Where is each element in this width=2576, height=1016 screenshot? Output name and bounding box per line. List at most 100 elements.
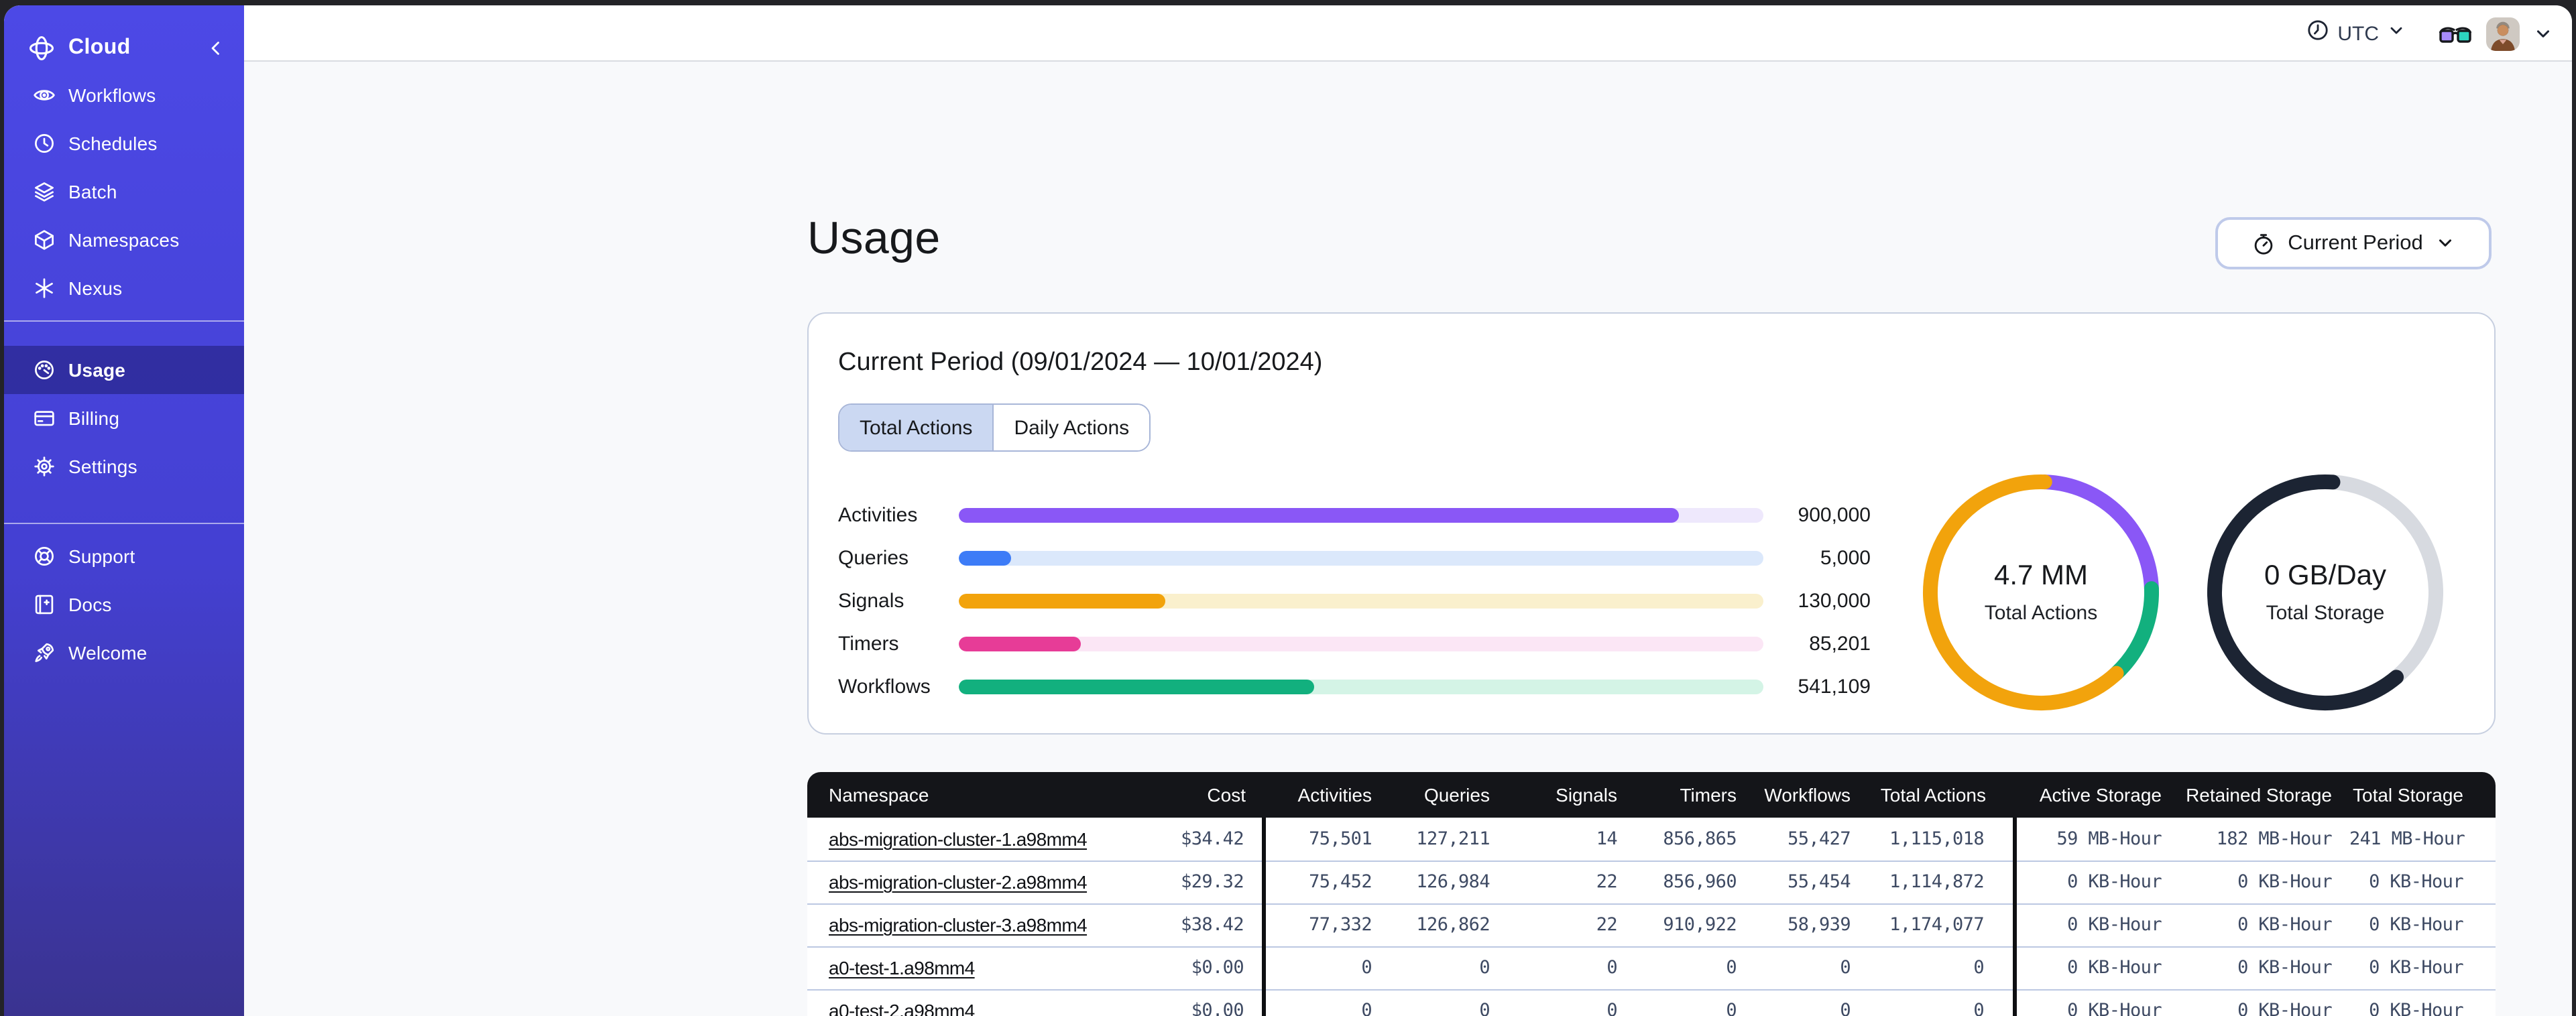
namespace-link[interactable]: abs-migration-cluster-1.a98mm4 — [829, 828, 1088, 850]
sidebar-item-schedules[interactable]: Schedules — [4, 119, 244, 168]
sidebar-item-nexus[interactable]: Nexus — [4, 264, 244, 312]
tab-daily-actions[interactable]: Daily Actions — [994, 405, 1150, 450]
bar-track — [959, 550, 1763, 565]
col-signals: Signals — [1507, 772, 1635, 818]
bar-fill — [959, 507, 1679, 522]
bar-value: 85,201 — [1809, 632, 1871, 655]
bar-chart-row: Workflows 541,109 — [838, 665, 1897, 708]
table-row: a0-test-1.a98mm4 $0.00 0 0 0 0 0 0 0 KB-… — [807, 946, 2496, 989]
sidebar-item-settings[interactable]: Settings — [4, 442, 244, 491]
sidebar-item-workflows[interactable]: Workflows — [4, 71, 244, 119]
sidebar-item-support[interactable]: Support — [4, 532, 244, 580]
usage-summary-card: Current Period (09/01/2024 — 10/01/2024)… — [807, 312, 2496, 735]
sidebar-item-label: Welcome — [68, 642, 148, 663]
sidebar-item-label: Batch — [68, 181, 117, 202]
table-header-row: Namespace Cost Activities Queries Signal… — [807, 772, 2496, 818]
actions-view-toggle: Total Actions Daily Actions — [838, 403, 1151, 452]
namespace-link[interactable]: abs-migration-cluster-2.a98mm4 — [829, 871, 1088, 893]
timezone-dropdown[interactable]: UTC — [2306, 19, 2406, 48]
sidebar-item-label: Schedules — [68, 133, 158, 154]
table-row: abs-migration-cluster-1.a98mm4 $34.42 75… — [807, 818, 2496, 861]
namespace-link[interactable]: abs-migration-cluster-3.a98mm4 — [829, 914, 1088, 936]
support-lifebuoy-icon — [32, 544, 56, 568]
card-title: Current Period (09/01/2024 — 10/01/2024) — [838, 348, 1323, 377]
period-selector-label: Current Period — [2288, 231, 2423, 254]
col-retained-storage: Retained Storage — [2179, 772, 2349, 818]
sidebar-item-usage[interactable]: Usage — [4, 346, 244, 394]
total-storage-donut: 0 GB/Day Total Storage — [2201, 468, 2450, 717]
namespace-link[interactable]: a0-test-2.a98mm4 — [829, 1000, 975, 1016]
sidebar-item-welcome[interactable]: Welcome — [4, 629, 244, 677]
sidebar-item-namespaces[interactable]: Namespaces — [4, 216, 244, 264]
total-actions-label: Total Actions — [1984, 602, 2098, 625]
actions-bar-chart: Activities 900,000 Queries 5,000 Signals… — [838, 493, 1897, 708]
total-storage-label: Total Storage — [2266, 602, 2385, 625]
col-namespace: Namespace — [807, 772, 1082, 818]
bar-chart-row: Timers 85,201 — [838, 622, 1897, 665]
chevron-down-icon — [2435, 233, 2455, 253]
sidebar-brand[interactable]: Cloud — [4, 29, 244, 67]
bar-fill — [959, 593, 1166, 608]
sidebar-item-label: Docs — [68, 594, 112, 615]
sidebar-item-label: Support — [68, 546, 135, 567]
sidebar-item-label: Billing — [68, 407, 120, 429]
table-row: a0-test-2.a98mm4 $0.00 0 0 0 0 0 0 0 KB-… — [807, 989, 2496, 1016]
bar-value: 900,000 — [1798, 503, 1871, 526]
chevron-down-icon — [2387, 21, 2406, 46]
bar-track — [959, 636, 1763, 651]
chevron-left-icon[interactable] — [204, 36, 228, 60]
period-selector-button[interactable]: Current Period — [2215, 217, 2492, 269]
table-row: abs-migration-cluster-2.a98mm4 $29.32 75… — [807, 860, 2496, 903]
total-storage-value: 0 GB/Day — [2264, 560, 2387, 591]
stopwatch-icon — [2251, 231, 2276, 255]
billing-card-icon — [32, 406, 56, 430]
screen: Cloud Workflows Schedules Batch Namespac… — [0, 0, 2576, 1016]
tab-total-actions[interactable]: Total Actions — [839, 405, 994, 450]
namespaces-box-icon — [32, 228, 56, 252]
settings-gear-icon — [32, 454, 56, 479]
sidebar-nav: Workflows Schedules Batch Namespaces Nex… — [4, 71, 244, 677]
bar-category-label: Timers — [838, 632, 899, 655]
sidebar-item-billing[interactable]: Billing — [4, 394, 244, 442]
docs-book-icon — [32, 592, 56, 617]
bar-category-label: Activities — [838, 503, 918, 526]
schedules-clock-icon — [32, 131, 56, 155]
bar-fill — [959, 550, 1011, 565]
glasses-icon[interactable] — [2438, 23, 2473, 44]
bar-chart-row: Signals 130,000 — [838, 579, 1897, 622]
timezone-label: UTC — [2337, 22, 2379, 45]
col-active-storage: Active Storage — [2014, 772, 2179, 818]
nexus-asterisk-icon — [32, 276, 56, 300]
user-avatar[interactable] — [2486, 17, 2520, 50]
bar-category-label: Workflows — [838, 675, 931, 698]
workflows-eye-icon — [32, 83, 56, 107]
bar-track — [959, 507, 1763, 522]
col-total-actions: Total Actions — [1868, 772, 2014, 818]
topbar: UTC — [244, 5, 2572, 62]
bar-value: 130,000 — [1798, 589, 1871, 612]
sidebar-item-label: Workflows — [68, 84, 156, 106]
sidebar-item-batch[interactable]: Batch — [4, 168, 244, 216]
col-workflows: Workflows — [1754, 772, 1868, 818]
account-menu-chevron[interactable] — [2533, 23, 2553, 44]
total-actions-donut: 4.7 MM Total Actions — [1916, 468, 2166, 717]
sidebar-item-label: Usage — [68, 359, 126, 381]
col-cost: Cost — [1082, 772, 1263, 818]
temporal-logo-icon — [27, 34, 56, 63]
bar-chart-row: Activities 900,000 — [838, 493, 1897, 536]
sidebar-item-label: Settings — [68, 456, 137, 477]
sidebar-item-label: Nexus — [68, 277, 123, 299]
col-timers: Timers — [1635, 772, 1754, 818]
clock-icon — [2306, 19, 2329, 48]
namespace-link[interactable]: a0-test-1.a98mm4 — [829, 957, 975, 978]
main-content: Usage Current Period Current Period (09/… — [244, 63, 2572, 1016]
usage-gauge-icon — [32, 358, 56, 382]
bar-category-label: Queries — [838, 546, 909, 569]
sidebar: Cloud Workflows Schedules Batch Namespac… — [4, 5, 244, 1016]
bar-track — [959, 679, 1763, 694]
col-total-storage: Total Storage — [2349, 772, 2496, 818]
sidebar-item-docs[interactable]: Docs — [4, 580, 244, 629]
welcome-rocket-icon — [32, 641, 56, 665]
brand-label: Cloud — [68, 36, 131, 59]
batch-layers-icon — [32, 180, 56, 204]
